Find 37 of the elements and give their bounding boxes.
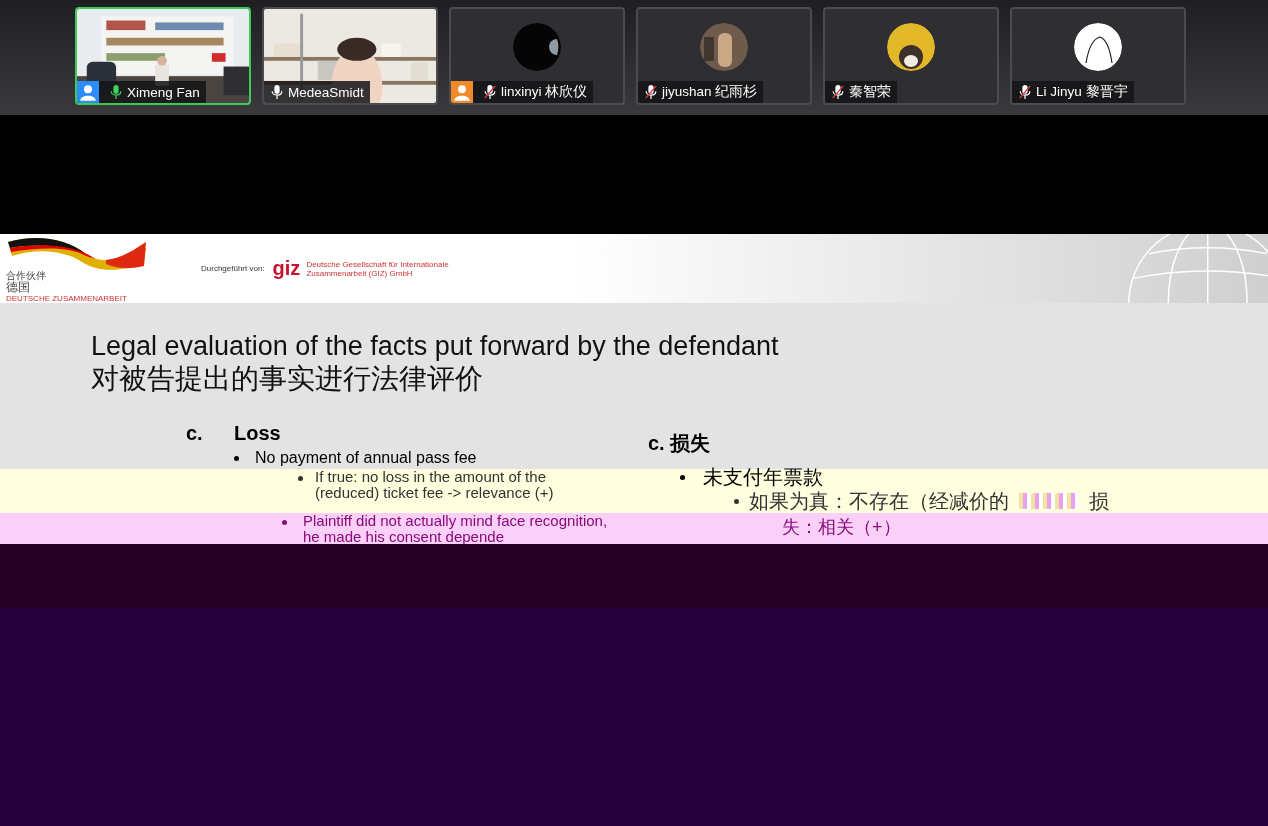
glitch-mark: [1019, 493, 1079, 509]
participant-name: linxinyi 林欣仪: [501, 83, 588, 101]
bullet-icon: [734, 499, 739, 504]
logo-text: DEUTSCHE ZUSAMMENARBEIT: [6, 294, 128, 303]
slide-title: 对被告提出的事实进行法律评价: [91, 362, 484, 396]
logo-text: 德国: [6, 281, 30, 294]
implemented-by-text: Durchgeführt von:: [201, 264, 265, 273]
section-heading: c. 损失: [648, 431, 712, 456]
list-marker: c.: [186, 422, 204, 445]
bullet-text: No payment of annual pass fee: [255, 449, 477, 468]
participant-name: Li Jinyu 黎晋宇: [1036, 83, 1128, 101]
participant-name: jiyushan 纪雨杉: [662, 83, 758, 101]
bullet-text: 如果为真：不存在（经减价的: [749, 489, 1009, 513]
bullet-icon: [298, 476, 303, 481]
slide-title: Legal evaluation of the facts put forward by the defendant: [91, 330, 780, 362]
participant-name: MedeaSmidt: [288, 84, 364, 100]
participant-tile[interactable]: Ximeng Fan: [75, 7, 251, 105]
participant-tile[interactable]: 秦智荣: [823, 7, 999, 105]
bullet-text: If true: no loss in the amount of the: [315, 469, 547, 485]
bullet-icon: [680, 475, 685, 480]
logo-text: 合作伙伴: [6, 270, 47, 281]
organisation-name: Deutsche Gesellschaft für Internationale Zusammenarbeit (GIZ) GmbH: [306, 259, 450, 278]
participant-tile[interactable]: jiyushan 纪雨杉: [636, 7, 812, 105]
bullet-icon: [234, 456, 239, 461]
participant-tile[interactable]: Li Jinyu 黎晋宇: [1010, 7, 1186, 105]
participant-tile[interactable]: MedeaSmidt: [262, 7, 438, 105]
giz-logo: giz: [272, 257, 301, 280]
section-heading: Loss: [234, 422, 281, 445]
bullet-text: 损: [1089, 489, 1109, 513]
bullet-text: 未支付年票款: [703, 465, 823, 489]
bullet-text: 失：相关（+）: [781, 516, 902, 539]
bullet-text: Plaintiff did not actually mind face recognition,: [303, 513, 608, 529]
participant-tile[interactable]: linxinyi 林欣仪: [449, 7, 625, 105]
participant-name: 秦智荣: [849, 83, 891, 101]
bullet-icon: [282, 520, 287, 525]
bullet-text: (reduced) ticket fee -> relevance (+): [315, 485, 554, 501]
participant-name: Ximeng Fan: [127, 84, 200, 100]
